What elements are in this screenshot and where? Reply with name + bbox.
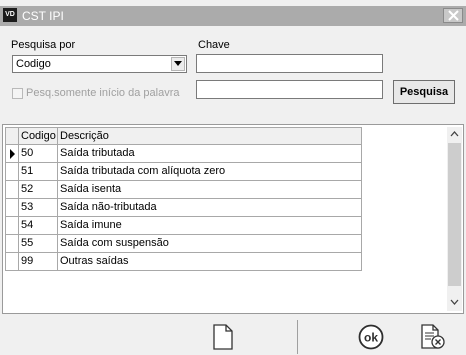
second-search-input[interactable]	[196, 80, 383, 99]
close-button[interactable]	[443, 8, 463, 23]
cancel-document-icon	[421, 324, 445, 349]
title-bar: VD CST IPI	[0, 6, 466, 26]
table-row[interactable]: 51 Saída tributada com alíquota zero	[6, 163, 362, 181]
search-button[interactable]: Pesquisa	[393, 80, 455, 104]
cell-descricao: Outras saídas	[58, 253, 362, 270]
new-document-icon	[213, 324, 233, 350]
current-row-icon	[10, 149, 15, 159]
table-row[interactable]: 52 Saída isenta	[6, 181, 362, 199]
dialog-window: VD CST IPI Pesquisa por Chave Codigo Pes…	[0, 0, 466, 355]
ok-label: ok	[364, 331, 378, 345]
close-icon	[448, 10, 459, 21]
column-header-codigo[interactable]: Codigo	[18, 128, 58, 145]
ok-icon: ok	[358, 324, 384, 350]
chevron-down-icon	[174, 61, 182, 66]
results-grid[interactable]: Codigo Descrição 50 Saída tributada 51 Saída …	[2, 124, 464, 314]
pesquisa-por-value: Codigo	[16, 58, 51, 70]
cell-codigo: 54	[18, 217, 58, 234]
cell-codigo: 52	[18, 181, 58, 198]
pesquisa-por-label: Pesquisa por	[11, 39, 76, 51]
pesquisa-por-select[interactable]: Codigo	[12, 55, 187, 73]
pesq-inicio-checkbox[interactable]	[12, 88, 23, 99]
cell-descricao: Saída não-tributada	[58, 199, 362, 216]
scroll-up-icon[interactable]	[450, 131, 459, 137]
cell-descricao: Saída tributada	[58, 145, 362, 162]
cell-descricao: Saída tributada com alíquota zero	[58, 163, 362, 180]
dropdown-button[interactable]	[171, 57, 185, 71]
window-title: CST IPI	[22, 9, 64, 23]
cell-codigo: 53	[18, 199, 58, 216]
cell-codigo: 51	[18, 163, 58, 180]
ok-button[interactable]: ok	[358, 324, 384, 353]
scrollbar-thumb[interactable]	[448, 143, 461, 286]
toolbar-divider	[297, 320, 298, 354]
cell-descricao: Saída imune	[58, 217, 362, 234]
scroll-down-icon[interactable]	[450, 299, 459, 305]
cell-descricao: Saída com suspensão	[58, 235, 362, 252]
chave-input[interactable]	[196, 54, 383, 73]
table-row[interactable]: 53 Saída não-tributada	[6, 199, 362, 217]
table-row[interactable]: 99 Outras saídas	[6, 253, 362, 271]
new-button[interactable]	[212, 324, 234, 353]
table-row[interactable]: 55 Saída com suspensão	[6, 235, 362, 253]
table-row[interactable]: 50 Saída tributada	[6, 145, 362, 163]
table-header-row: Codigo Descrição	[6, 127, 362, 145]
table-row[interactable]: 54 Saída imune	[6, 217, 362, 235]
table-body: Codigo Descrição 50 Saída tributada 51 Saída …	[5, 127, 363, 271]
cell-codigo: 50	[18, 145, 58, 162]
column-header-descricao[interactable]: Descrição	[58, 128, 362, 145]
app-icon: VD	[3, 8, 17, 22]
chave-label: Chave	[198, 39, 230, 51]
cancel-button[interactable]	[420, 324, 446, 353]
cell-codigo: 55	[18, 235, 58, 252]
cell-descricao: Saída isenta	[58, 181, 362, 198]
cell-codigo: 99	[18, 253, 58, 270]
pesq-inicio-label: Pesq.somente início da palavra	[26, 87, 180, 99]
vertical-scrollbar[interactable]	[447, 127, 462, 311]
